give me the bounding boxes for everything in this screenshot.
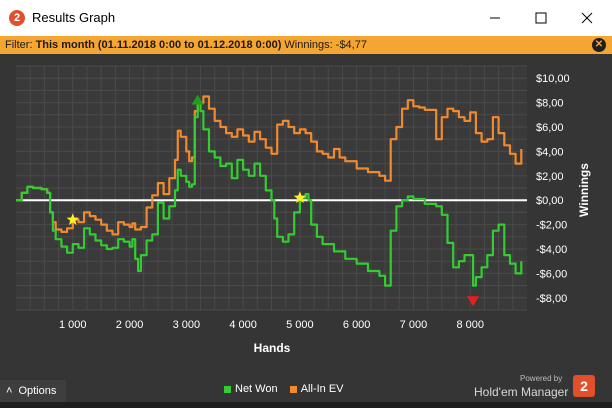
y-tick-label: $8,00	[536, 98, 564, 110]
x-tick-label: 8 000	[456, 319, 484, 331]
results-chart: $10,00 $8,00 $6,00 $4,00 $2,00 $0,00 -$2,00 -$4…	[16, 65, 591, 355]
legend-item-all-in-ev[interactable]: All-In EV	[289, 383, 344, 395]
x-tick-label: 6 000	[343, 319, 371, 331]
maximize-icon	[535, 12, 547, 24]
winnings-value: -$4,77	[335, 39, 367, 51]
filter-value[interactable]: This month (01.11.2018 0:00 to 01.12.201…	[36, 39, 282, 51]
powered-by-text: Powered by	[520, 374, 563, 383]
y-tick-label: $0,00	[536, 195, 564, 207]
y-tick-label: $2,00	[536, 171, 564, 183]
y-tick-label: $10,00	[536, 73, 570, 85]
clear-filter-button[interactable]: ✕	[592, 38, 606, 52]
y-tick-label: -$4,00	[536, 244, 567, 256]
y-tick-label: $6,00	[536, 122, 564, 134]
title-bar: 2 Results Graph	[0, 0, 612, 36]
legend-item-net-won[interactable]: Net Won	[224, 383, 278, 395]
brand-name: Hold'em Manager	[474, 385, 569, 399]
filter-label: Filter:	[5, 39, 33, 51]
options-button[interactable]: ˄ Options	[0, 380, 66, 402]
x-tick-label: 4 000	[229, 319, 257, 331]
legend-swatch-net-won	[224, 385, 231, 393]
x-tick-label: 1 000	[59, 319, 87, 331]
close-icon	[581, 12, 593, 24]
brand-logo-icon: 2	[573, 375, 595, 397]
y-tick-label: -$6,00	[536, 268, 567, 280]
options-label: Options	[18, 385, 57, 397]
y-tick-label: -$8,00	[536, 293, 567, 305]
x-tick-label: 5 000	[286, 319, 314, 331]
legend-label-all-in-ev: All-In EV	[300, 383, 344, 395]
y-tick-label: $4,00	[536, 146, 564, 158]
minimize-button[interactable]	[472, 0, 518, 36]
chevron-up-icon: ˄	[6, 385, 13, 397]
winnings-label: Winnings:	[284, 39, 333, 51]
taskbar-strip	[0, 402, 612, 408]
y-tick-label: -$2,00	[536, 220, 567, 232]
minimize-icon	[490, 17, 500, 19]
chart-legend: Net Won All-In EV	[224, 383, 344, 395]
maximize-button[interactable]	[518, 0, 564, 36]
x-tick-label: 3 000	[173, 319, 201, 331]
close-button[interactable]	[564, 0, 610, 36]
x-tick-label: 2 000	[116, 319, 144, 331]
y-axis-title: Winnings	[577, 163, 591, 217]
close-icon: ✕	[594, 39, 604, 50]
x-tick-label: 7 000	[400, 319, 428, 331]
filter-bar: Filter: This month (01.11.2018 0:00 to 0…	[0, 36, 612, 54]
window-title: Results Graph	[32, 10, 116, 25]
legend-label-net-won: Net Won	[235, 383, 278, 395]
legend-swatch-all-in-ev	[289, 385, 297, 393]
app-logo-icon: 2	[9, 10, 25, 26]
x-axis-title: Hands	[254, 341, 291, 355]
graph-panel: $10,00 $8,00 $6,00 $4,00 $2,00 $0,00 -$2,00 -$4…	[0, 54, 612, 408]
